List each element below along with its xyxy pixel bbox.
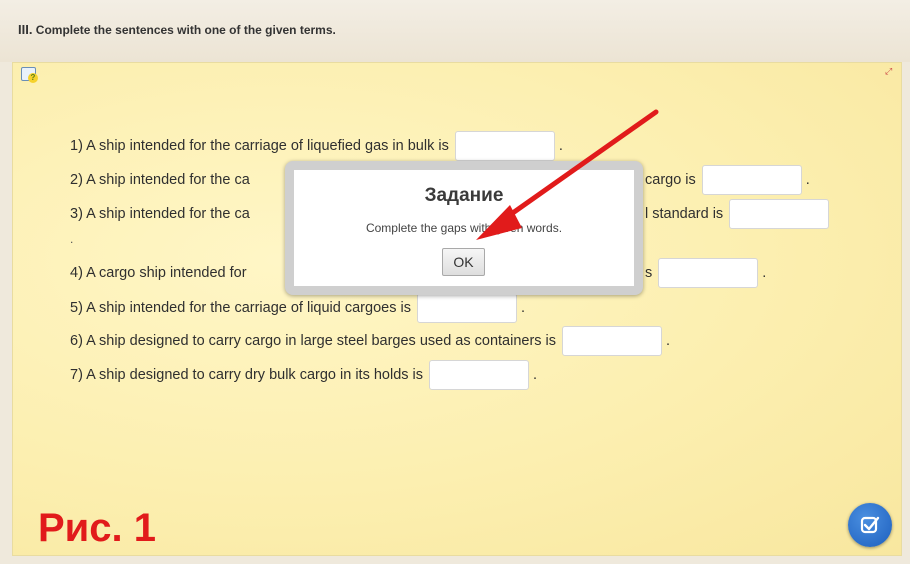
answer-gap-4[interactable]: [658, 258, 759, 289]
dialog-title: Задание: [424, 185, 504, 206]
sentence-text: 4) A cargo ship intended for: [70, 265, 247, 281]
sentence-text: 3) A ship intended for the ca: [70, 206, 250, 222]
sentence-end: .: [520, 300, 525, 316]
sentence-text: 1) A ship intended for the carriage of l…: [70, 138, 449, 154]
sentence-end: .: [762, 265, 767, 281]
sentence-7: 7) A ship designed to carry dry bulk car…: [70, 360, 538, 391]
answer-gap-2[interactable]: [701, 165, 802, 196]
fullscreen-icon[interactable]: ⤢: [885, 67, 895, 76]
task-dialog: Задание Complete the gaps with given wor…: [285, 161, 643, 295]
answer-gap-1[interactable]: [454, 131, 555, 162]
answer-gap-7[interactable]: [429, 360, 530, 391]
dialog-message: Complete the gaps with given words.: [365, 221, 563, 235]
answer-gap-5[interactable]: [416, 293, 517, 324]
sentence-2: 2) A ship intended for the ca: [70, 165, 250, 195]
sentence-3: 3) A ship intended for the ca: [70, 199, 250, 229]
sentence-text-tail: cargo is: [645, 172, 696, 188]
task-instruction: Complete the sentences with one of the g…: [35, 23, 336, 37]
sentence-4: 4) A cargo ship intended for: [70, 258, 247, 288]
sentence-4-tail: s.: [645, 258, 767, 289]
sentence-end: .: [805, 172, 810, 188]
sentence-3-tail: l standard is: [645, 199, 833, 230]
stray-dot: .: [70, 232, 74, 246]
sentence-5: 5) A ship intended for the carriage of l…: [70, 293, 525, 324]
hint-icon[interactable]: ?: [21, 67, 38, 83]
task-heading: III. Complete the sentences with one of …: [18, 22, 336, 37]
check-icon: [860, 516, 880, 534]
sentence-2-tail: cargo is.: [645, 165, 810, 196]
sentence-text: 6) A ship designed to carry cargo in lar…: [70, 333, 557, 349]
sentence-text: 2) A ship intended for the ca: [70, 172, 250, 188]
task-numeral: III.: [18, 22, 33, 37]
check-answers-button[interactable]: [848, 503, 892, 547]
sentence-end: .: [558, 138, 563, 154]
sentence-end: .: [666, 333, 671, 349]
answer-gap-6[interactable]: [562, 326, 663, 357]
sentence-1: 1) A ship intended for the carriage of l…: [70, 131, 563, 162]
sentence-text: 5) A ship intended for the carriage of l…: [70, 300, 411, 316]
sentence-end: .: [533, 367, 538, 383]
answer-gap-3[interactable]: [729, 199, 830, 230]
sentence-text: 7) A ship designed to carry dry bulk car…: [70, 367, 424, 383]
sentence-text-tail: l standard is: [645, 206, 724, 222]
sentence-6: 6) A ship designed to carry cargo in lar…: [70, 326, 671, 357]
sentence-text-tail: s: [645, 265, 653, 281]
figure-label: Рис. 1: [38, 506, 156, 550]
ok-button[interactable]: OK: [442, 248, 485, 276]
